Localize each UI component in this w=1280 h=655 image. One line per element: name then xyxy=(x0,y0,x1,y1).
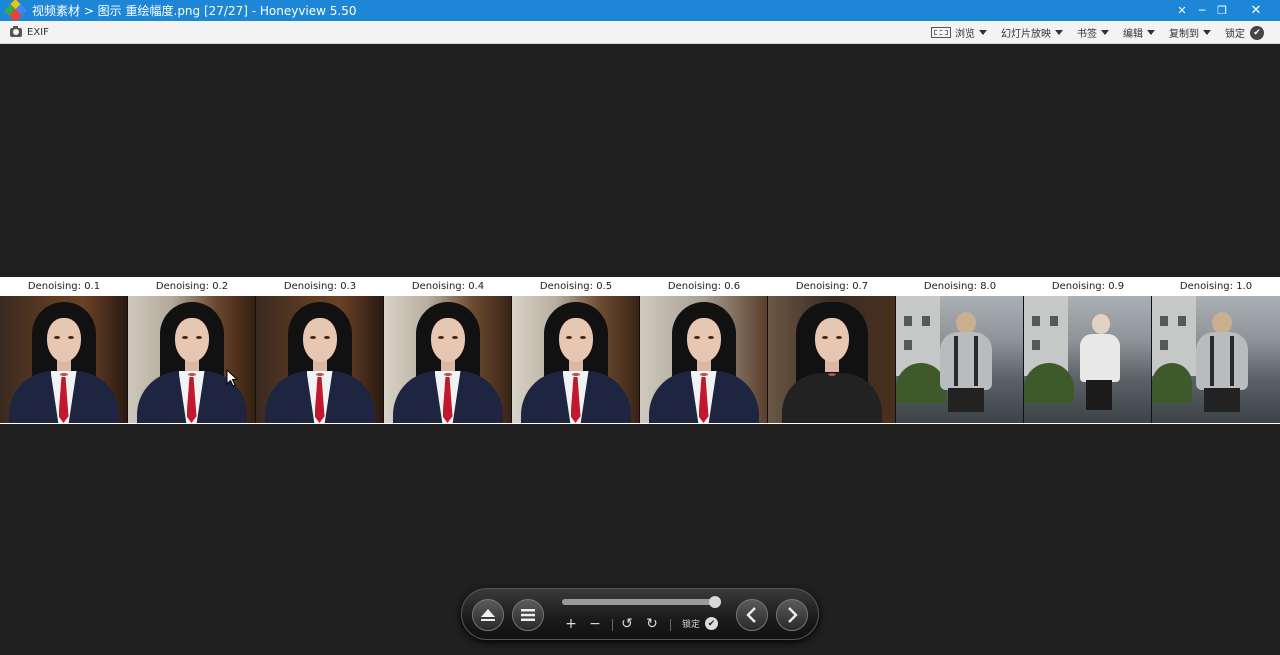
image-strip: Denoising: 0.1 Denoising: 0.2 Denoising:… xyxy=(0,277,1280,424)
fullscreen-icon xyxy=(931,27,951,38)
next-image-button[interactable] xyxy=(776,599,808,631)
slideshow-menu[interactable]: 幻灯片放映 xyxy=(1001,25,1063,40)
edit-menu[interactable]: 编辑 xyxy=(1123,25,1155,40)
eject-button[interactable] xyxy=(472,599,504,631)
thumbnail-portrait xyxy=(128,296,256,423)
menu-icon xyxy=(521,609,535,621)
bookmark-label: 书签 xyxy=(1077,29,1097,40)
pin-icon[interactable]: ✕ xyxy=(1172,0,1192,21)
zoom-in-button[interactable]: + xyxy=(562,615,580,633)
copy-to-menu[interactable]: 复制到 xyxy=(1169,25,1211,40)
exif-label: EXIF xyxy=(27,26,49,38)
previous-image-button[interactable] xyxy=(736,599,768,631)
denoising-label: Denoising: 0.4 xyxy=(411,281,485,292)
browse-menu[interactable]: 浏览 xyxy=(931,25,987,40)
separator xyxy=(612,619,613,631)
thumbnail-street xyxy=(1024,296,1152,423)
denoising-label: Denoising: 0.6 xyxy=(667,281,741,292)
thumbnail-portrait xyxy=(512,296,640,423)
denoising-label: Denoising: 0.5 xyxy=(539,281,613,292)
rotate-right-button[interactable]: ↻ xyxy=(643,615,661,633)
denoising-label: Denoising: 0.1 xyxy=(27,281,101,292)
honeyview-logo-icon xyxy=(4,0,27,22)
denoising-label: Denoising: 0.7 xyxy=(795,281,869,292)
thumbnail-portrait xyxy=(768,296,896,423)
close-button[interactable]: ✕ xyxy=(1232,0,1280,21)
thumbnail-street xyxy=(1152,296,1280,423)
denoising-labels: Denoising: 0.1 Denoising: 0.2 Denoising:… xyxy=(0,277,1280,296)
copy-to-label: 复制到 xyxy=(1169,29,1199,40)
exif-button[interactable]: EXIF xyxy=(10,25,49,38)
browse-label: 浏览 xyxy=(955,29,975,40)
slider-knob[interactable] xyxy=(708,596,721,608)
separator xyxy=(670,619,671,631)
thumbnail-portrait xyxy=(640,296,768,423)
caret-down-icon xyxy=(1055,30,1063,35)
eject-icon xyxy=(481,609,495,621)
camera-icon xyxy=(10,25,22,37)
denoising-label: Denoising: 0.2 xyxy=(155,281,229,292)
viewer-control-bar: + − ↺ ↻ 锁定 ✔ xyxy=(461,588,819,640)
check-icon: ✔ xyxy=(1250,25,1264,40)
caret-down-icon xyxy=(1147,30,1155,35)
thumbnail-portrait xyxy=(384,296,512,423)
lock-toggle-label: 锁定 xyxy=(682,620,701,630)
thumbnail-street xyxy=(896,296,1024,423)
toolbar: EXIF 浏览 幻灯片放映 书签 编辑 复制到 锁定 ✔ xyxy=(0,21,1280,44)
thumbnail-portrait xyxy=(256,296,384,423)
slideshow-label: 幻灯片放映 xyxy=(1001,29,1051,40)
denoising-label: Denoising: 0.3 xyxy=(283,281,357,292)
bookmark-menu[interactable]: 书签 xyxy=(1077,25,1109,40)
minimize-button[interactable]: ─ xyxy=(1192,0,1212,21)
thumbnail-portrait xyxy=(0,296,128,423)
lock-toggle[interactable]: 锁定 ✔ xyxy=(682,617,719,630)
denoising-label: Denoising: 0.9 xyxy=(1051,281,1125,292)
title-bar: 视频素材 > 图示 重绘幅度.png [27/27] - Honeyview 5… xyxy=(0,0,1280,22)
slider-fill xyxy=(562,599,715,605)
rotate-left-button[interactable]: ↺ xyxy=(618,615,636,633)
chevron-right-icon xyxy=(788,607,798,623)
check-icon: ✔ xyxy=(705,617,719,630)
edit-label: 编辑 xyxy=(1123,29,1143,40)
window-title: 视频素材 > 图示 重绘幅度.png [27/27] - Honeyview 5… xyxy=(32,4,357,18)
lock-label: 锁定 xyxy=(1225,29,1245,40)
denoising-label: Denoising: 8.0 xyxy=(923,281,997,292)
caret-down-icon xyxy=(979,30,987,35)
chevron-left-icon xyxy=(746,607,756,623)
caret-down-icon xyxy=(1203,30,1211,35)
zoom-out-button[interactable]: − xyxy=(586,615,604,633)
lock-button[interactable]: 锁定 ✔ xyxy=(1225,25,1264,40)
restore-button[interactable]: ❐ xyxy=(1212,0,1232,21)
denoising-label: Denoising: 1.0 xyxy=(1179,281,1253,292)
menu-button[interactable] xyxy=(512,599,544,631)
position-slider[interactable] xyxy=(562,596,721,608)
caret-down-icon xyxy=(1101,30,1109,35)
